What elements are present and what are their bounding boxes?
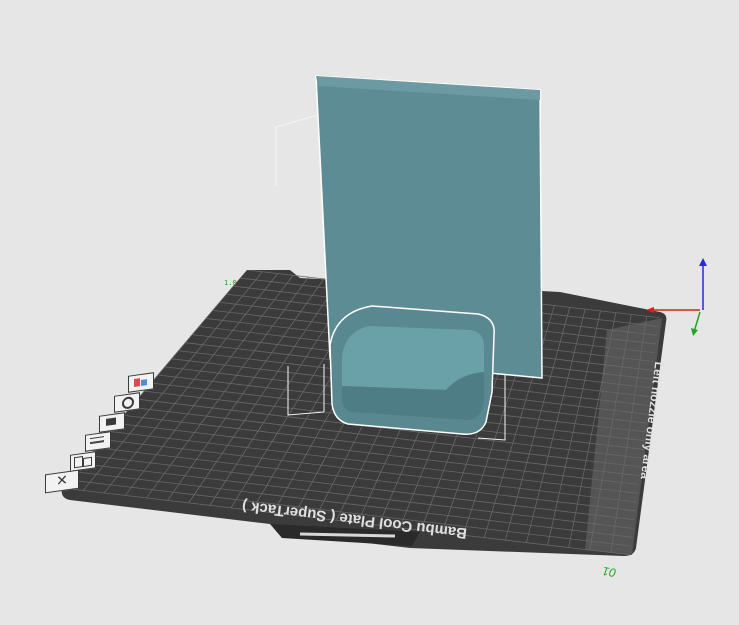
camera-view-icon[interactable] [99,412,125,433]
arrange-icon[interactable] [70,451,96,472]
3d-viewport[interactable]: Bambu Cool Plate ( SuperTack ) Left nozz… [0,0,739,625]
settings-gear-icon[interactable] [114,392,140,413]
layers-icon[interactable] [85,431,111,452]
model-tray[interactable] [329,305,495,435]
auto-orient-icon[interactable] [128,372,154,393]
plate-corner-label: 1.0 [224,279,237,287]
plate-number: 01 [602,564,618,580]
